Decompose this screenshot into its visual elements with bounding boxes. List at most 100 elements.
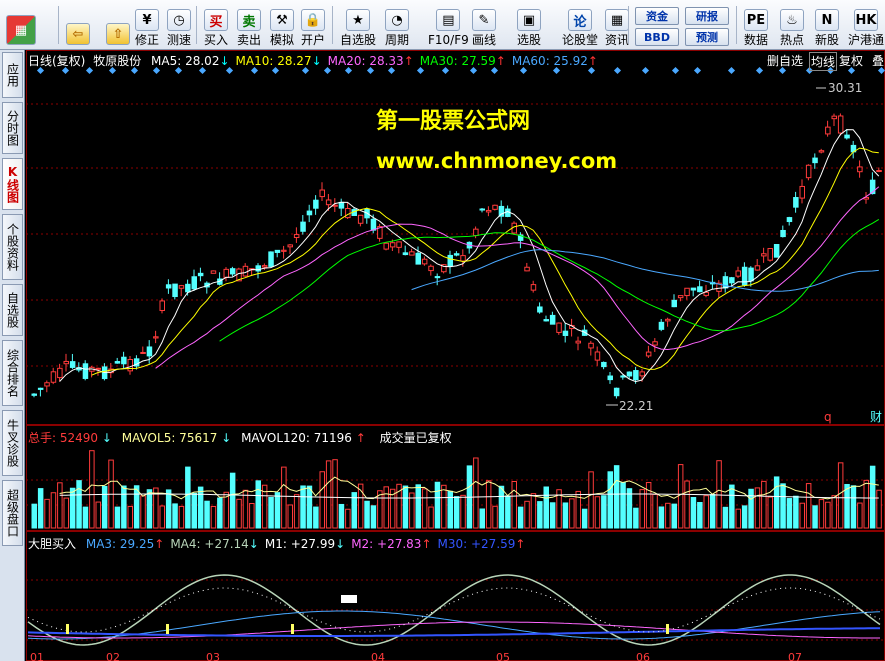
candle-body xyxy=(594,351,601,361)
leftbar-profile[interactable]: 个股资料 xyxy=(2,214,23,280)
menu-grid-button[interactable]: ▦ xyxy=(6,3,36,47)
x-axis-label: 01 xyxy=(30,651,44,661)
research-button[interactable]: 研报 xyxy=(685,7,729,25)
period-button[interactable]: ◔ 周期 xyxy=(385,3,409,47)
back-button[interactable]: ⇦ xyxy=(66,3,90,47)
volume-bar xyxy=(377,490,383,529)
candle-body xyxy=(671,299,677,308)
watchlist-button[interactable]: ★ 自选股 xyxy=(340,3,376,47)
volume-bar xyxy=(338,503,345,529)
data-button[interactable]: PE 数据 xyxy=(744,3,768,47)
volume-bar xyxy=(268,496,274,529)
fix-button[interactable]: ¥ 修正 xyxy=(135,3,159,47)
leftbar-timeshare[interactable]: 分时图 xyxy=(2,102,23,154)
toolbar-separator xyxy=(628,6,629,44)
ma-arrow-3: ↑ xyxy=(495,54,506,68)
new-stock-button[interactable]: N 新股 xyxy=(815,3,839,47)
volume-bar xyxy=(402,485,409,529)
candle-body xyxy=(677,295,684,299)
header-button-2[interactable]: 复权 xyxy=(838,52,864,69)
leftbar-watchlist[interactable]: 自选股 xyxy=(2,284,23,336)
backtest-button[interactable]: ◷ 测速 xyxy=(167,3,191,47)
candle-body xyxy=(428,265,434,272)
volume-bar xyxy=(850,485,857,529)
indicator-name[interactable]: 大胆买入 xyxy=(28,537,76,551)
buy-signal-mark xyxy=(66,624,69,634)
high-price-label: 30.31 xyxy=(828,81,862,95)
leftbar-diagnosis[interactable]: 牛叉诊股 xyxy=(2,410,23,476)
volume-bar xyxy=(114,506,121,529)
volume-bar xyxy=(857,502,863,529)
f10-button[interactable]: ▤ F10/F9 xyxy=(428,3,469,47)
leftbar-superlevel2[interactable]: 超级盘口 xyxy=(2,480,23,546)
buy-button[interactable]: 买买入 xyxy=(204,3,228,47)
volume-bar xyxy=(204,500,210,529)
candle-body xyxy=(844,134,850,139)
sell-button[interactable]: 卖卖出 xyxy=(237,3,261,47)
header-button-0[interactable]: 删自选 xyxy=(766,52,804,69)
toolbar-separator xyxy=(736,6,737,44)
open-account-button[interactable]: 🔒 开户 xyxy=(301,3,325,47)
candle-body xyxy=(690,287,697,291)
fund-button[interactable]: 资金 xyxy=(635,7,679,25)
volume-bar xyxy=(613,465,620,529)
hot-button[interactable]: ♨ 热点 xyxy=(780,3,804,47)
candle-body xyxy=(453,253,460,256)
forecast-button[interactable]: 预测 xyxy=(685,28,729,46)
chart-svg[interactable]: 01 02 03 04 05 06 07 30.31 22.21 q 财 第一股票公式网 w… xyxy=(26,50,885,661)
volume-bar xyxy=(511,480,517,529)
volume-bar xyxy=(837,462,844,529)
candle-body xyxy=(140,351,146,354)
candle-body xyxy=(345,208,351,219)
volume-bar xyxy=(421,488,428,529)
candle-body xyxy=(274,249,281,253)
candle-body xyxy=(172,283,178,298)
candle-body xyxy=(402,252,409,256)
forum-button[interactable]: 论论股堂 xyxy=(562,3,598,47)
simulate-button[interactable]: ⚒ 模拟 xyxy=(270,3,294,47)
volume-bar xyxy=(76,480,82,529)
volume-bar xyxy=(505,495,511,529)
volume-bar xyxy=(300,485,306,529)
candle-body xyxy=(268,251,274,267)
drawline-button[interactable]: ✎ 画线 xyxy=(472,3,496,47)
backtest-icon: ◷ xyxy=(167,9,191,31)
candle-body xyxy=(748,267,754,282)
header-button-1[interactable]: 均线 xyxy=(809,52,838,71)
candle-body xyxy=(543,319,549,322)
volume-bar xyxy=(415,484,421,529)
up-icon: ⇧ xyxy=(106,23,130,45)
indicator-panel-header: 大胆买入 MA3: 29.25↑ MA4: +27.14↓ M1: +27.99↓ M… xyxy=(28,535,525,552)
menu-grid-icon: ▦ xyxy=(6,15,36,45)
hk-connect-button[interactable]: HK 沪港通 xyxy=(848,3,884,47)
indicator-arrow-2: ↓ xyxy=(335,537,346,551)
volume-bar xyxy=(121,485,127,529)
up-button[interactable]: ⇧ xyxy=(106,3,130,47)
candle-body xyxy=(191,276,197,290)
select-stock-label: 选股 xyxy=(517,33,542,47)
fix-icon: ¥ xyxy=(135,9,159,31)
x-axis-label: 05 xyxy=(496,651,510,661)
volume-bar xyxy=(709,493,716,529)
candle-body xyxy=(652,341,658,346)
ma-arrow-2: ↑ xyxy=(403,54,414,68)
volume-bar xyxy=(281,466,287,529)
bbd-button[interactable]: BBD xyxy=(635,28,679,46)
volume-bar xyxy=(383,486,389,529)
leftbar-kline[interactable]: K线图 xyxy=(2,158,23,210)
period-label[interactable]: 日线(复权) xyxy=(28,54,85,68)
news-button[interactable]: ▦ 资讯 xyxy=(605,3,629,47)
ma-arrow-4: ↑ xyxy=(587,54,598,68)
volume-bar xyxy=(716,460,722,529)
volume-bar xyxy=(165,489,172,529)
drawline-label: 画线 xyxy=(472,33,497,47)
f10-icon: ▤ xyxy=(436,9,461,31)
select-stock-button[interactable]: ▣ 选股 xyxy=(517,3,541,47)
leftbar-ranking[interactable]: 综合排名 xyxy=(2,340,23,406)
header-button-3[interactable]: 叠 xyxy=(871,52,885,69)
candle-body xyxy=(761,253,767,257)
volume-bar xyxy=(818,499,825,529)
leftbar-app[interactable]: 应用 xyxy=(2,52,23,98)
kline-chart-area[interactable]: 01 02 03 04 05 06 07 30.31 22.21 q 财 第一股票公式网 w… xyxy=(26,50,885,661)
candle-body xyxy=(383,242,389,250)
